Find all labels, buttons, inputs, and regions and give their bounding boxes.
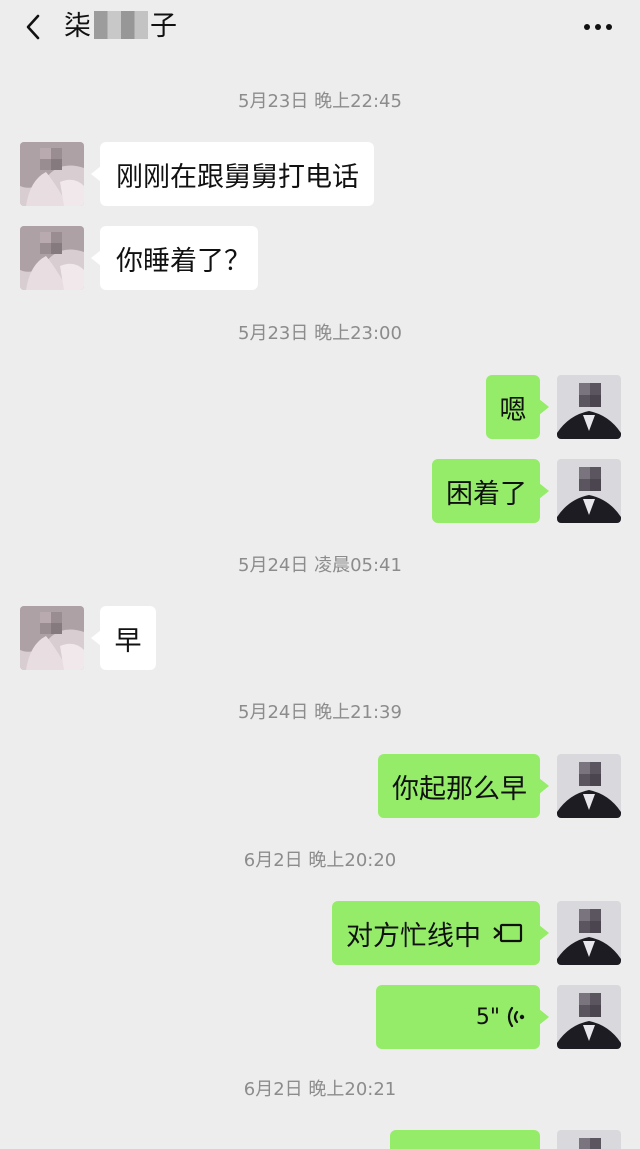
more-dots-icon [584, 24, 612, 30]
timestamp: 6月2日 晚上20:20 [243, 850, 397, 871]
message-bubble-incoming[interactable]: 你睡着了？ [91, 226, 258, 290]
message-text: 早 [114, 625, 142, 657]
timestamp: 5月24日 凌晨05:41 [238, 555, 402, 576]
contact-avatar[interactable] [20, 142, 84, 206]
chat-title-suffix: 子 [150, 11, 178, 42]
back-button[interactable] [18, 12, 48, 42]
voice-duration: 5" [475, 1004, 500, 1030]
message-bubble-outgoing[interactable]: 困着了 [432, 459, 549, 523]
voice-message-bubble[interactable]: 5" [376, 985, 549, 1049]
my-avatar[interactable] [557, 459, 621, 523]
message-bubble-outgoing[interactable]: 你起那么早 [378, 754, 549, 818]
timestamp: 5月23日 晚上23:00 [238, 323, 402, 344]
message-bubble-incoming[interactable]: 早 [91, 606, 156, 670]
timestamp: 6月2日 晚上20:21 [243, 1079, 397, 1100]
contact-avatar[interactable] [20, 606, 84, 670]
more-button[interactable] [578, 12, 618, 42]
my-avatar[interactable] [557, 901, 621, 965]
chevron-left-icon [26, 14, 40, 40]
message-text: 你起那么早 [392, 773, 527, 805]
message-text: 嗯 [499, 394, 527, 426]
contact-avatar[interactable] [20, 226, 84, 290]
message-bubble-outgoing[interactable] [390, 1130, 540, 1149]
chat-header: 柒子 [0, 0, 640, 58]
message-text: 刚刚在跟舅舅打电话 [116, 161, 359, 193]
name-mosaic [94, 11, 148, 39]
timestamp: 5月24日 晚上21:39 [238, 702, 402, 723]
timestamp: 5月23日 晚上22:45 [238, 91, 402, 112]
message-bubble-outgoing[interactable]: 嗯 [486, 375, 549, 439]
my-avatar[interactable] [557, 375, 621, 439]
message-text: 你睡着了？ [116, 245, 251, 277]
message-list[interactable]: 5月23日 晚上22:45 刚刚在跟舅舅打电话 你睡着了？ 5月23日 晚上23… [0, 58, 640, 1149]
my-avatar[interactable] [557, 985, 621, 1049]
message-text: 困着了 [446, 478, 527, 510]
chat-title: 柒子 [64, 10, 178, 44]
video-call-icon [491, 922, 523, 944]
chat-title-prefix: 柒 [64, 11, 92, 42]
my-avatar[interactable] [557, 754, 621, 818]
my-avatar[interactable] [557, 1130, 621, 1149]
call-status-text: 对方忙线中 [346, 920, 481, 952]
call-message-bubble[interactable]: 对方忙线中 [332, 901, 549, 965]
message-bubble-incoming[interactable]: 刚刚在跟舅舅打电话 [91, 142, 374, 206]
voice-wave-icon [506, 1005, 526, 1029]
